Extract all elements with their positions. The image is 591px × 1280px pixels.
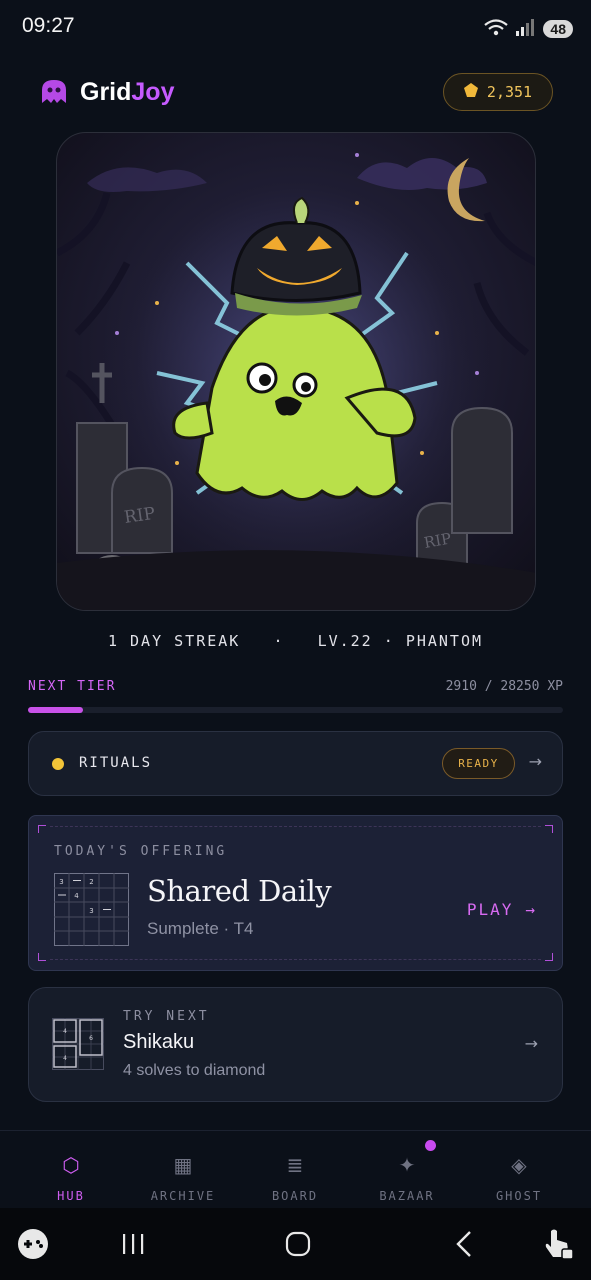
svg-text:3: 3 — [89, 907, 93, 915]
diamond-icon: ◈ — [511, 1153, 527, 1177]
tab-bazaar[interactable]: ✦ BAZAAR — [352, 1131, 462, 1209]
xp-progress-fill — [28, 707, 84, 713]
back-button[interactable] — [452, 1226, 476, 1262]
svg-text:4: 4 — [63, 1028, 67, 1035]
svg-text:6: 6 — [89, 1035, 93, 1042]
game-controller-icon[interactable] — [16, 1226, 50, 1262]
rank-text: PHANTOM — [405, 632, 484, 650]
wifi-icon — [483, 17, 509, 41]
svg-text:3: 3 — [59, 878, 63, 886]
separator: · — [273, 632, 285, 650]
svg-text:4: 4 — [63, 1055, 67, 1062]
tab-label: GHOST — [495, 1189, 543, 1203]
bottom-tab-bar: ⬡ HUB ▦ ARCHIVE ≣ BOARD ✦ BAZAAR ◈ GHOST — [0, 1130, 591, 1208]
separator: · — [383, 632, 395, 650]
status-icons: 48 — [483, 17, 573, 41]
try-next-subtitle: 4 solves to diamond — [123, 1062, 266, 1079]
svg-text:2: 2 — [89, 878, 93, 886]
notification-dot — [425, 1140, 436, 1151]
ghost-logo-icon — [40, 79, 68, 107]
play-label: PLAY — [466, 900, 514, 919]
gem-icon — [463, 83, 478, 101]
status-bar: 09:27 48 — [0, 0, 591, 56]
tab-label: ARCHIVE — [150, 1189, 216, 1203]
grid-icon: ▦ — [173, 1153, 193, 1177]
svg-text:4: 4 — [74, 892, 79, 900]
tab-label: HUB — [57, 1189, 85, 1203]
todays-offering-card[interactable]: TODAY'S OFFERING 3 2 4 3 Shared Daily Su… — [28, 815, 563, 971]
brand: GridJoy — [40, 78, 175, 107]
xp-progress-bar — [28, 707, 563, 713]
rituals-label: RITUALS — [79, 755, 153, 771]
corner-mark — [38, 825, 46, 833]
brand-name: GridJoy — [80, 78, 175, 106]
touch-lock-icon[interactable] — [542, 1226, 576, 1262]
shikaku-thumbnail-icon: 4 6 4 — [52, 1018, 104, 1070]
offering-subtitle: Sumplete · T4 — [147, 919, 254, 938]
play-button[interactable]: PLAY → — [467, 900, 537, 919]
corner-mark — [545, 953, 553, 961]
corner-mark — [38, 953, 46, 961]
corner-mark — [545, 825, 553, 833]
sumplete-thumbnail-icon: 3 2 4 3 — [54, 873, 129, 946]
try-next-card[interactable]: 4 6 4 TRY NEXT Shikaku 4 solves to diamo… — [28, 987, 563, 1102]
recent-apps-button[interactable] — [118, 1226, 148, 1262]
battery-indicator: 48 — [543, 20, 573, 38]
rituals-card[interactable]: RITUALS READY → — [28, 731, 563, 796]
tab-ghost[interactable]: ◈ GHOST — [464, 1131, 574, 1209]
offering-label: TODAY'S OFFERING — [54, 844, 228, 859]
tab-archive[interactable]: ▦ ARCHIVE — [128, 1131, 238, 1209]
next-tier-label: NEXT TIER — [28, 679, 117, 694]
svg-text:RIP: RIP — [123, 504, 156, 528]
coin-balance[interactable]: 2,351 — [443, 73, 553, 111]
try-next-label: TRY NEXT — [123, 1009, 210, 1024]
streak-text: 1 DAY STREAK — [107, 632, 241, 650]
ghost-avatar-art: RIP RIP — [56, 132, 536, 611]
sparkle-icon: ✦ — [398, 1153, 416, 1177]
coin-count: 2,351 — [486, 83, 533, 101]
level-text: LV.22 — [317, 632, 373, 650]
hexagon-icon: ⬡ — [62, 1153, 80, 1177]
status-dot-icon — [52, 758, 64, 770]
arrow-right-icon: → — [528, 752, 542, 771]
tab-hub[interactable]: ⬡ HUB — [16, 1131, 126, 1209]
home-button[interactable] — [283, 1226, 313, 1262]
tab-label: BAZAAR — [379, 1189, 435, 1203]
profile-stats: 1 DAY STREAK · LV.22 · PHANTOM — [0, 632, 591, 650]
arrow-right-icon: → — [525, 900, 537, 919]
ready-badge: READY — [442, 748, 515, 779]
system-nav-bar — [0, 1208, 591, 1280]
list-icon: ≣ — [286, 1153, 304, 1177]
arrow-right-icon: → — [524, 1034, 538, 1053]
offering-title: Shared Daily — [147, 874, 332, 908]
signal-icon — [515, 17, 537, 41]
clock: 09:27 — [22, 14, 75, 37]
try-next-title: Shikaku — [123, 1031, 195, 1053]
tab-board[interactable]: ≣ BOARD — [240, 1131, 350, 1209]
dashed-border-bottom — [50, 959, 541, 960]
dashed-border-top — [50, 826, 541, 827]
xp-counter: 2910 / 28250 XP — [445, 679, 563, 694]
tab-label: BOARD — [271, 1189, 319, 1203]
